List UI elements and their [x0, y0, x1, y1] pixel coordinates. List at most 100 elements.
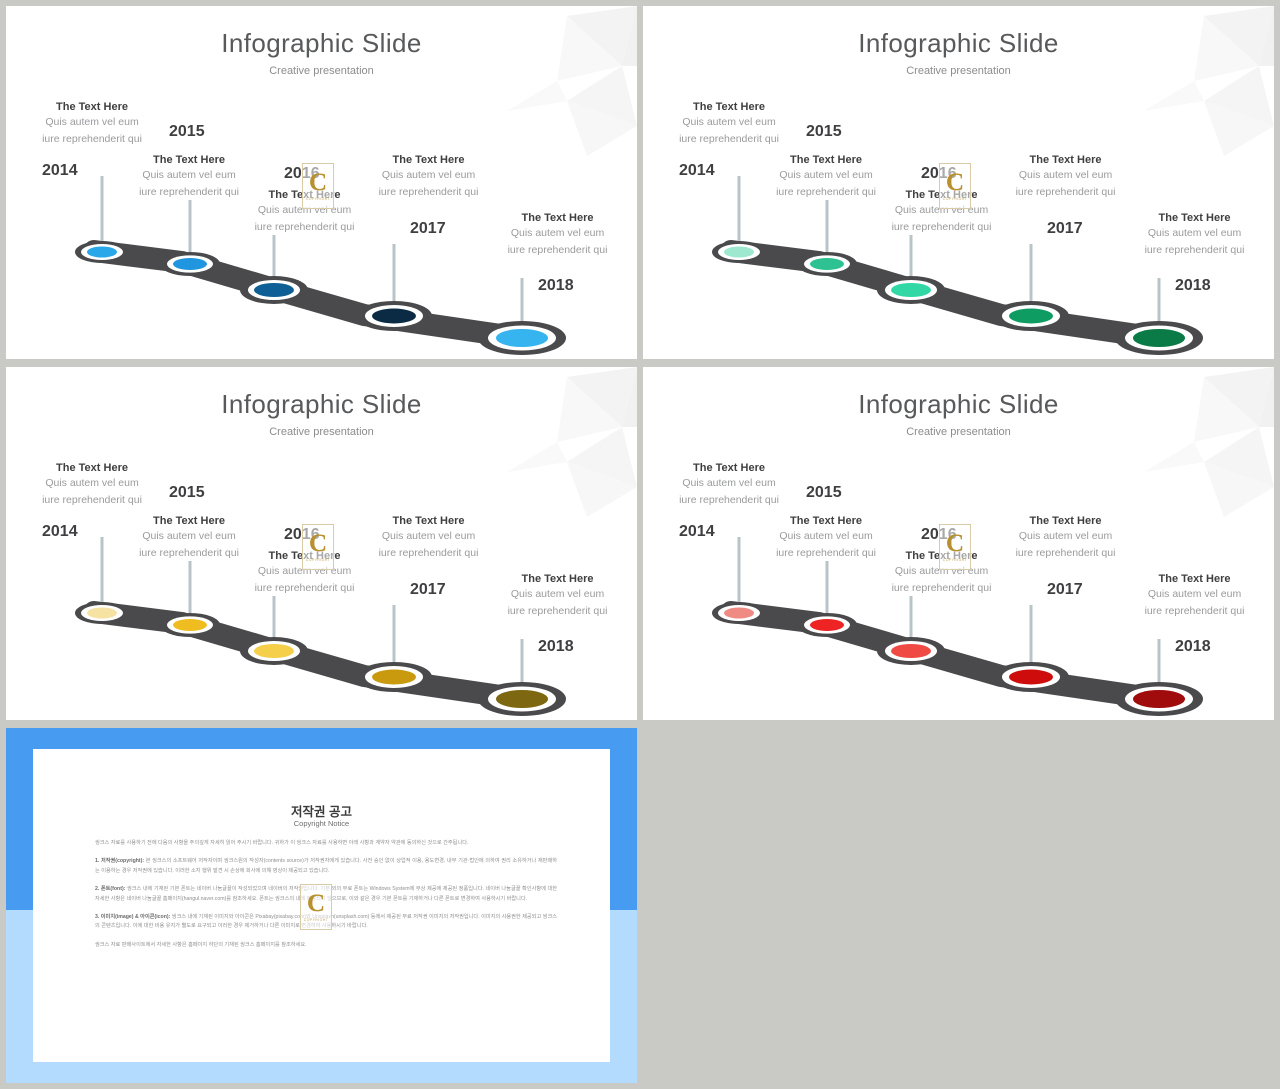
step-line1: Quis autem vel eum: [142, 169, 236, 181]
year-2017: 2017: [1047, 581, 1083, 598]
step-line2: iure reprehenderit qui: [1144, 605, 1245, 617]
step-heading: The Text Here: [153, 515, 225, 527]
step-text-2: The Text Here Quis autem vel eum iure re…: [136, 514, 242, 562]
step-heading: The Text Here: [1029, 154, 1102, 166]
step-line1: Quis autem vel eum: [45, 477, 139, 489]
year-2018: 2018: [538, 638, 574, 655]
marker-4: [356, 301, 432, 331]
step-heading: The Text Here: [392, 154, 465, 166]
step-line2: iure reprehenderit qui: [254, 582, 355, 594]
slide-grid: Infographic Slide Creative presentation …: [0, 0, 1280, 1089]
step-text-1: The Text Here Quis autem vel eum iure re…: [38, 100, 146, 148]
slide-panel-red[interactable]: Infographic Slide Creative presentation …: [643, 367, 1274, 720]
step-line2: iure reprehenderit qui: [679, 494, 779, 506]
step-text-4: The Text Here Quis autem vel eum iure re…: [375, 514, 482, 562]
step-text-3: The Text Here Quis autem vel eum iure re…: [888, 549, 995, 597]
marker-5: [478, 321, 566, 355]
step-heading: The Text Here: [521, 573, 594, 585]
step-line2: iure reprehenderit qui: [679, 133, 779, 145]
section-text: 본 씽크스의 소프트웨어 저작자이며 씽크스원의 작성자(contents so…: [95, 858, 558, 874]
timeline-graphic: [75, 176, 566, 355]
step-text-3: The Text Here Quis autem vel eum iure re…: [251, 549, 358, 597]
step-line1: Quis autem vel eum: [45, 116, 139, 128]
marker-2: [797, 613, 857, 637]
step-heading: The Text Here: [790, 515, 862, 527]
step-line1: Quis autem vel eum: [779, 169, 873, 181]
year-2016: 2016: [284, 526, 320, 543]
step-line2: iure reprehenderit qui: [42, 494, 142, 506]
step-line1: Quis autem vel eum: [257, 204, 352, 216]
step-heading: The Text Here: [268, 550, 341, 562]
marker-2: [797, 252, 857, 276]
step-line2: iure reprehenderit qui: [891, 582, 992, 594]
step-text-2: The Text Here Quis autem vel eum iure re…: [136, 153, 242, 201]
step-line2: iure reprehenderit qui: [42, 133, 142, 145]
section-label: 2. 폰트(font):: [95, 886, 126, 893]
step-line1: Quis autem vel eum: [1147, 588, 1242, 600]
step-heading: The Text Here: [693, 462, 765, 474]
copyright-panel[interactable]: 저작권 공고 Copyright Notice 씽크스 자료를 사용하기 전에 …: [6, 728, 637, 1083]
year-2014: 2014: [42, 162, 78, 179]
slide-panel-blue[interactable]: Infographic Slide Creative presentation …: [6, 6, 637, 359]
marker-5: [1115, 682, 1203, 716]
step-text-5: The Text Here Quis autem vel eum iure re…: [504, 211, 611, 259]
step-text-4: The Text Here Quis autem vel eum iure re…: [1012, 153, 1119, 201]
section-label: 1. 저작권(copyright):: [95, 858, 145, 865]
step-line2: iure reprehenderit qui: [1015, 547, 1116, 559]
year-2015: 2015: [806, 123, 842, 140]
step-heading: The Text Here: [1158, 573, 1231, 585]
step-text-3: The Text Here Quis autem vel eum iure re…: [251, 188, 358, 236]
year-2015: 2015: [169, 484, 205, 501]
step-line2: iure reprehenderit qui: [378, 186, 479, 198]
slide-panel-yellow[interactable]: Infographic Slide Creative presentation …: [6, 367, 637, 720]
step-heading: The Text Here: [392, 515, 465, 527]
copyright-subtitle: Copyright Notice: [293, 819, 350, 828]
step-text-4: The Text Here Quis autem vel eum iure re…: [1012, 514, 1119, 562]
copyright-section-3: 3. 이미지(image) & 아이콘(icon): 씽크스 내에 기재된 이미…: [95, 913, 557, 932]
step-line1: Quis autem vel eum: [1147, 227, 1242, 239]
step-line1: Quis autem vel eum: [510, 588, 605, 600]
year-2018: 2018: [1175, 638, 1211, 655]
marker-1: [712, 241, 766, 263]
timeline-graphic: [712, 176, 1203, 355]
marker-5: [1115, 321, 1203, 355]
marker-1: [75, 602, 129, 624]
step-text-5: The Text Here Quis autem vel eum iure re…: [504, 572, 611, 620]
year-2014: 2014: [679, 523, 715, 540]
slide-panel-green[interactable]: Infographic Slide Creative presentation …: [643, 6, 1274, 359]
step-text-1: The Text Here Quis autem vel eum iure re…: [675, 461, 783, 509]
year-2014: 2014: [679, 162, 715, 179]
year-2016: 2016: [284, 165, 320, 182]
step-line1: Quis autem vel eum: [682, 116, 776, 128]
step-line2: iure reprehenderit qui: [507, 605, 608, 617]
step-line2: iure reprehenderit qui: [1144, 244, 1245, 256]
copyright-section-1: 1. 저작권(copyright): 본 씽크스의 소프트웨어 저작자이며 씽크…: [95, 857, 557, 876]
step-line1: Quis autem vel eum: [510, 227, 605, 239]
step-line1: Quis autem vel eum: [142, 530, 236, 542]
marker-1: [75, 241, 129, 263]
step-line2: iure reprehenderit qui: [378, 547, 479, 559]
copyright-page: 저작권 공고 Copyright Notice 씽크스 자료를 사용하기 전에 …: [33, 749, 610, 1062]
year-2017: 2017: [1047, 220, 1083, 237]
copyright-intro: 씽크스 자료를 사용하기 전에 다음의 사항을 주의깊게 자세히 읽어 주시기 …: [95, 840, 469, 846]
step-heading: The Text Here: [790, 154, 862, 166]
step-line2: iure reprehenderit qui: [776, 186, 876, 198]
step-heading: The Text Here: [56, 101, 128, 113]
step-line1: Quis autem vel eum: [257, 565, 352, 577]
step-heading: The Text Here: [905, 550, 978, 562]
step-line1: Quis autem vel eum: [779, 530, 873, 542]
year-2017: 2017: [410, 220, 446, 237]
year-2018: 2018: [1175, 277, 1211, 294]
copyright-title: 저작권 공고: [291, 805, 352, 819]
step-line2: iure reprehenderit qui: [776, 547, 876, 559]
step-heading: The Text Here: [1029, 515, 1102, 527]
step-text-4: The Text Here Quis autem vel eum iure re…: [375, 153, 482, 201]
step-heading: The Text Here: [153, 154, 225, 166]
copyright-section-2: 2. 폰트(font): 씽크스 내에 기재된 기본 폰트는 네이버 나눔글꼴이…: [95, 885, 557, 904]
marker-2: [160, 613, 220, 637]
step-line2: iure reprehenderit qui: [1015, 186, 1116, 198]
step-line1: Quis autem vel eum: [381, 169, 476, 181]
step-line2: iure reprehenderit qui: [507, 244, 608, 256]
step-heading: The Text Here: [56, 462, 128, 474]
year-2017: 2017: [410, 581, 446, 598]
